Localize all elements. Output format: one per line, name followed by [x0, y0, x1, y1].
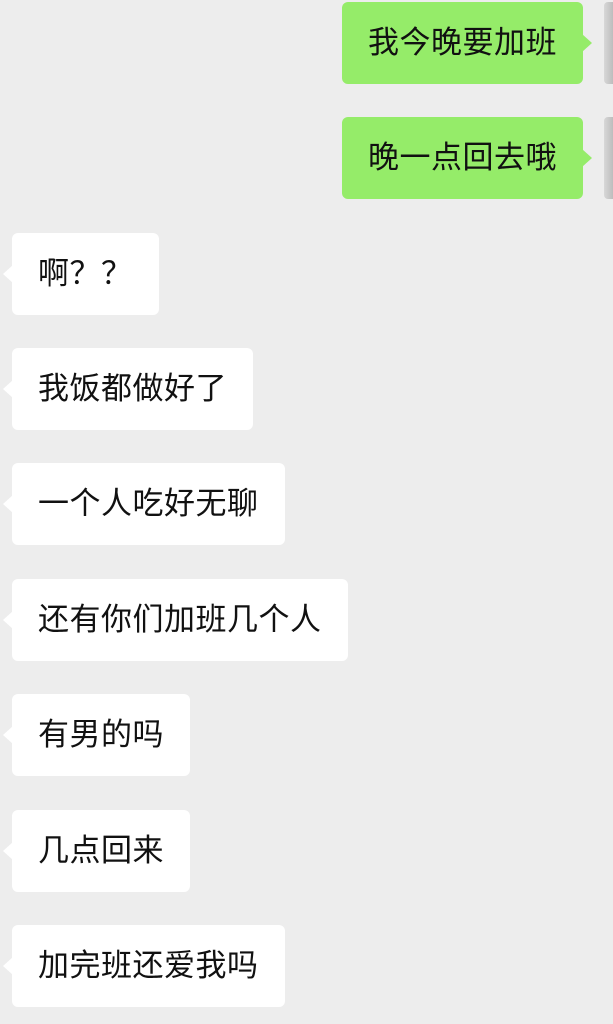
message-row: 加完班还爱我吗 [0, 925, 613, 1007]
message-row: 晚一点回去哦 [0, 117, 613, 199]
incoming-message-bubble[interactable]: 一个人吃好无聊 [3, 463, 285, 545]
message-row: 啊？？ [0, 233, 613, 315]
outgoing-message-bubble[interactable]: 我今晚要加班 [342, 2, 592, 84]
incoming-message-bubble[interactable]: 加完班还爱我吗 [3, 925, 285, 1007]
outgoing-message-bubble[interactable]: 晚一点回去哦 [342, 117, 592, 199]
message-row: 几点回来 [0, 810, 613, 892]
message-row: 还有你们加班几个人 [0, 579, 613, 661]
message-row: 我今晚要加班 [0, 2, 613, 84]
message-row: 我饭都做好了 [0, 348, 613, 430]
sender-avatar[interactable] [604, 117, 613, 199]
incoming-message-bubble[interactable]: 有男的吗 [3, 694, 190, 776]
message-row: 一个人吃好无聊 [0, 463, 613, 545]
chat-history: 我今晚要加班 晚一点回去哦 啊？？ 我饭都做好了 一个人吃好无聊 还有你们加班几… [0, 0, 613, 1024]
incoming-message-bubble[interactable]: 啊？？ [3, 233, 159, 315]
sender-avatar[interactable] [604, 2, 613, 84]
incoming-message-bubble[interactable]: 我饭都做好了 [3, 348, 253, 430]
message-row: 有男的吗 [0, 694, 613, 776]
incoming-message-bubble[interactable]: 几点回来 [3, 810, 190, 892]
incoming-message-bubble[interactable]: 还有你们加班几个人 [3, 579, 348, 661]
